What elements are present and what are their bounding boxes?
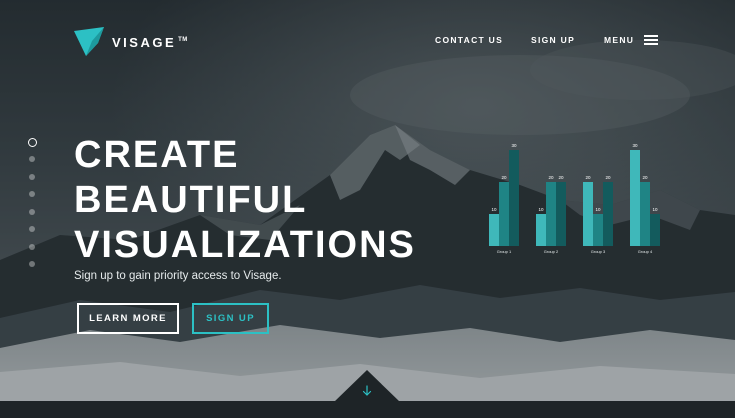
chart-category-label: Group 2: [544, 249, 559, 254]
chart-category-label: Group 1: [497, 249, 512, 254]
chart-bar: [536, 214, 546, 246]
contact-us-link[interactable]: CONTACT US: [435, 35, 503, 45]
slider-dot[interactable]: [29, 243, 35, 250]
slider-dot[interactable]: [29, 226, 35, 232]
slider-dots: [27, 138, 37, 279]
hamburger-icon: [644, 35, 659, 45]
chart-data-label: 20: [558, 175, 564, 180]
chart-category-label: Group 3: [591, 249, 606, 254]
chart-data-label: 20: [501, 175, 507, 180]
slider-dot[interactable]: [29, 156, 35, 162]
headline-line: VISUALIZATIONS: [74, 224, 416, 266]
chart-category-label: Group 4: [638, 249, 653, 254]
chart-bar: [546, 182, 556, 246]
chart-bar: [583, 182, 593, 246]
slider-dot[interactable]: [29, 208, 35, 215]
chart-data-label: 20: [548, 175, 554, 180]
headline-line: CREATE: [74, 134, 240, 176]
chart-data-label: 10: [595, 207, 601, 212]
chart-bar: [650, 214, 660, 246]
learn-more-button[interactable]: LEARN MORE: [77, 303, 179, 334]
chart-data-label: 20: [642, 175, 648, 180]
menu-button[interactable]: MENU: [604, 35, 659, 45]
chart-data-label: 30: [632, 143, 638, 148]
chart-data-label: 10: [491, 207, 497, 212]
chart-bar: [630, 150, 640, 246]
chart-bar: [489, 214, 499, 246]
hero-headline: CREATE BEAUTIFUL VISUALIZATIONS: [74, 133, 416, 268]
bar-chart: 10 20 30 Group 1 10 20 20 Group 2 20 10 20 Group 3 3…: [489, 143, 660, 254]
chart-bar: [509, 150, 519, 246]
slider-dot[interactable]: [29, 191, 35, 197]
nav-sign-up-link[interactable]: SIGN UP: [531, 35, 575, 45]
headline-line: BEAUTIFUL: [74, 179, 308, 221]
slider-dot[interactable]: [29, 261, 35, 267]
sign-up-button[interactable]: SIGN UP: [192, 303, 269, 334]
menu-label: MENU: [604, 35, 635, 45]
footer-bar: [0, 401, 735, 418]
slider-dot[interactable]: [27, 138, 37, 147]
scroll-down-button[interactable]: [334, 370, 400, 402]
chart-data-label: 30: [511, 143, 517, 148]
chart-bar: [640, 182, 650, 246]
chart-data-label: 10: [538, 207, 544, 212]
chart-data-label: 20: [605, 175, 611, 180]
chart-bar: [499, 182, 509, 246]
chart-bar: [603, 182, 613, 246]
chart-bar: [556, 182, 566, 246]
top-nav: CONTACT US SIGN UP MENU: [0, 35, 735, 49]
hero-section: VISAGE TM CONTACT US SIGN UP MENU CREATE …: [0, 0, 735, 418]
chart-data-label: 10: [652, 207, 658, 212]
chart-bar: [593, 214, 603, 246]
slider-dot[interactable]: [29, 173, 35, 180]
hero-subtitle: Sign up to gain priority access to Visag…: [74, 270, 282, 282]
chart-data-label: 20: [585, 175, 591, 180]
